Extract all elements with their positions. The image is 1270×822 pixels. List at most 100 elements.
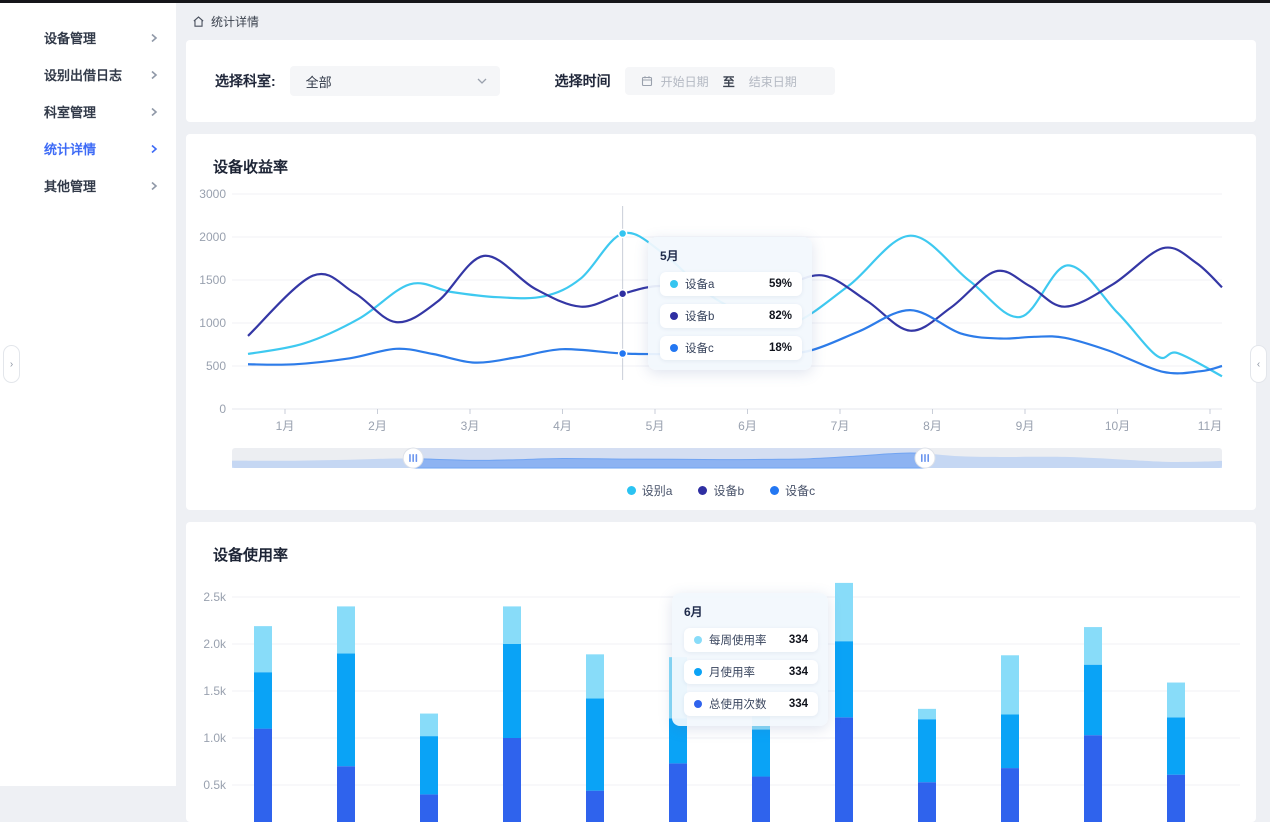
- bar-segment-月使用率-4月[interactable]: [503, 644, 521, 738]
- bar-segment-总使用次数-4月[interactable]: [503, 738, 521, 822]
- usage-chart-tooltip: 6月 每周使用率334月使用率334总使用次数334: [672, 593, 828, 726]
- x-axis-label: 11月: [1198, 419, 1222, 433]
- sidebar-item-label: 设别出借日志: [44, 65, 150, 84]
- revenue-chart-tooltip: 5月 设备a59% 设备b 82% 设备c18%: [648, 237, 812, 370]
- series-value: 82%: [769, 310, 792, 322]
- filter-bar: 选择科室: 全部 选择时间 开始日期 至 结束日期: [186, 40, 1256, 122]
- bar-segment-每周使用率-8月[interactable]: [835, 583, 853, 641]
- bar-segment-月使用率-5月[interactable]: [586, 699, 604, 791]
- series-dot: [694, 700, 702, 708]
- bar-segment-总使用次数-5月[interactable]: [586, 791, 604, 822]
- bar-segment-月使用率-9月[interactable]: [918, 719, 936, 782]
- department-filter-label: 选择科室:: [215, 71, 276, 91]
- bar-segment-每周使用率-11月[interactable]: [1084, 627, 1102, 665]
- bar-segment-月使用率-8月[interactable]: [835, 641, 853, 717]
- series-label: 总使用次数: [709, 696, 767, 712]
- bar-segment-每周使用率-5月[interactable]: [586, 654, 604, 698]
- bar-segment-每周使用率-10月[interactable]: [1001, 655, 1019, 714]
- sidebar-item-label: 其他管理: [44, 176, 150, 195]
- department-select-value: 全部: [306, 72, 476, 91]
- bar-segment-月使用率-11月[interactable]: [1084, 665, 1102, 736]
- series-label: 设备b: [685, 308, 714, 324]
- y-axis-label: 500: [206, 359, 226, 373]
- main-content: 统计详情 选择科室: 全部 选择时间 开始日期 至 结束日期 设备收益率 050…: [176, 3, 1270, 786]
- tooltip-row: 设备b 82%: [660, 304, 802, 328]
- series-label: 设备c: [685, 340, 714, 356]
- bar-segment-每周使用率-4月[interactable]: [503, 606, 521, 644]
- series-value: 334: [789, 666, 808, 678]
- tooltip-month: 5月: [660, 247, 802, 264]
- start-date-input[interactable]: 开始日期: [661, 73, 709, 90]
- bar-segment-月使用率-10月[interactable]: [1001, 715, 1019, 769]
- bar-segment-总使用次数-11月[interactable]: [1084, 735, 1102, 822]
- bar-segment-总使用次数-12月[interactable]: [1167, 775, 1185, 822]
- breadcrumb-label: 统计详情: [211, 13, 259, 30]
- legend-dot: [627, 486, 636, 495]
- tooltip-row: 设备a59%: [660, 272, 802, 296]
- tooltip-month: 6月: [684, 603, 818, 620]
- bar-segment-每周使用率-3月[interactable]: [420, 714, 438, 737]
- tooltip-row: 总使用次数 334: [684, 692, 818, 716]
- legend-item-设备b[interactable]: 设备b: [698, 482, 744, 499]
- y-axis-label: 2000: [199, 230, 226, 244]
- revenue-chart-legend: 设别a 设备b 设备c: [186, 482, 1256, 499]
- sidebar-item-统计详情[interactable]: 统计详情: [0, 130, 176, 167]
- y-axis-label: 3000: [199, 187, 226, 201]
- bar-segment-月使用率-7月[interactable]: [752, 730, 770, 777]
- datazoom-handle-right[interactable]: [915, 448, 935, 468]
- sidebar-item-label: 科室管理: [44, 102, 150, 121]
- bar-segment-月使用率-12月[interactable]: [1167, 717, 1185, 774]
- collapse-left-button[interactable]: ›: [3, 345, 20, 383]
- date-range-picker[interactable]: 开始日期 至 结束日期: [625, 67, 835, 95]
- date-separator: 至: [723, 73, 735, 90]
- end-date-input[interactable]: 结束日期: [749, 73, 797, 90]
- series-value: 334: [789, 698, 808, 710]
- datazoom-handle-left[interactable]: [403, 448, 423, 468]
- series-value: 59%: [769, 278, 792, 290]
- sidebar-item-设别出借日志[interactable]: 设别出借日志: [0, 56, 176, 93]
- window-top-edge: [0, 0, 1270, 3]
- x-axis-label: 3月: [461, 419, 480, 433]
- chevron-right-icon: [150, 70, 158, 80]
- series-dot: [670, 312, 678, 320]
- bar-segment-每周使用率-1月[interactable]: [254, 626, 272, 672]
- sidebar-item-label: 统计详情: [44, 139, 150, 158]
- legend-dot: [698, 486, 707, 495]
- bar-segment-总使用次数-1月[interactable]: [254, 729, 272, 822]
- bar-segment-每周使用率-12月[interactable]: [1167, 683, 1185, 718]
- bar-segment-每周使用率-2月[interactable]: [337, 606, 355, 653]
- y-axis-label: 1000: [199, 316, 226, 330]
- legend-label: 设备b: [713, 482, 744, 499]
- y-axis-label: 0.5k: [203, 778, 227, 792]
- bar-segment-每周使用率-9月[interactable]: [918, 709, 936, 719]
- legend-item-设别a[interactable]: 设别a: [627, 482, 673, 499]
- bar-segment-总使用次数-9月[interactable]: [918, 782, 936, 822]
- tooltip-row: 每周使用率334: [684, 628, 818, 652]
- bar-segment-月使用率-2月[interactable]: [337, 653, 355, 766]
- datazoom-window[interactable]: [413, 448, 925, 468]
- sidebar-item-其他管理[interactable]: 其他管理: [0, 167, 176, 204]
- collapse-right-button[interactable]: ‹: [1250, 345, 1267, 383]
- chevron-right-icon: [150, 181, 158, 191]
- series-label: 每周使用率: [709, 632, 767, 648]
- legend-label: 设别a: [642, 482, 673, 499]
- x-axis-label: 5月: [646, 419, 665, 433]
- time-filter-label: 选择时间: [555, 71, 611, 91]
- bar-segment-总使用次数-3月[interactable]: [420, 794, 438, 822]
- legend-item-设备c[interactable]: 设备c: [770, 482, 815, 499]
- bar-segment-月使用率-1月[interactable]: [254, 672, 272, 728]
- sidebar-item-科室管理[interactable]: 科室管理: [0, 93, 176, 130]
- x-axis-label: 9月: [1016, 419, 1035, 433]
- series-dot: [694, 668, 702, 676]
- x-axis-label: 6月: [738, 419, 757, 433]
- bar-segment-总使用次数-7月[interactable]: [752, 777, 770, 822]
- tooltip-row: 设备c18%: [660, 336, 802, 360]
- department-select[interactable]: 全部: [290, 66, 500, 96]
- chevron-right-icon: [150, 33, 158, 43]
- bar-segment-总使用次数-2月[interactable]: [337, 766, 355, 822]
- bar-segment-总使用次数-8月[interactable]: [835, 717, 853, 822]
- sidebar-item-设备管理[interactable]: 设备管理: [0, 19, 176, 56]
- bar-segment-总使用次数-6月[interactable]: [669, 763, 687, 822]
- bar-segment-总使用次数-10月[interactable]: [1001, 768, 1019, 822]
- series-dot: [694, 636, 702, 644]
